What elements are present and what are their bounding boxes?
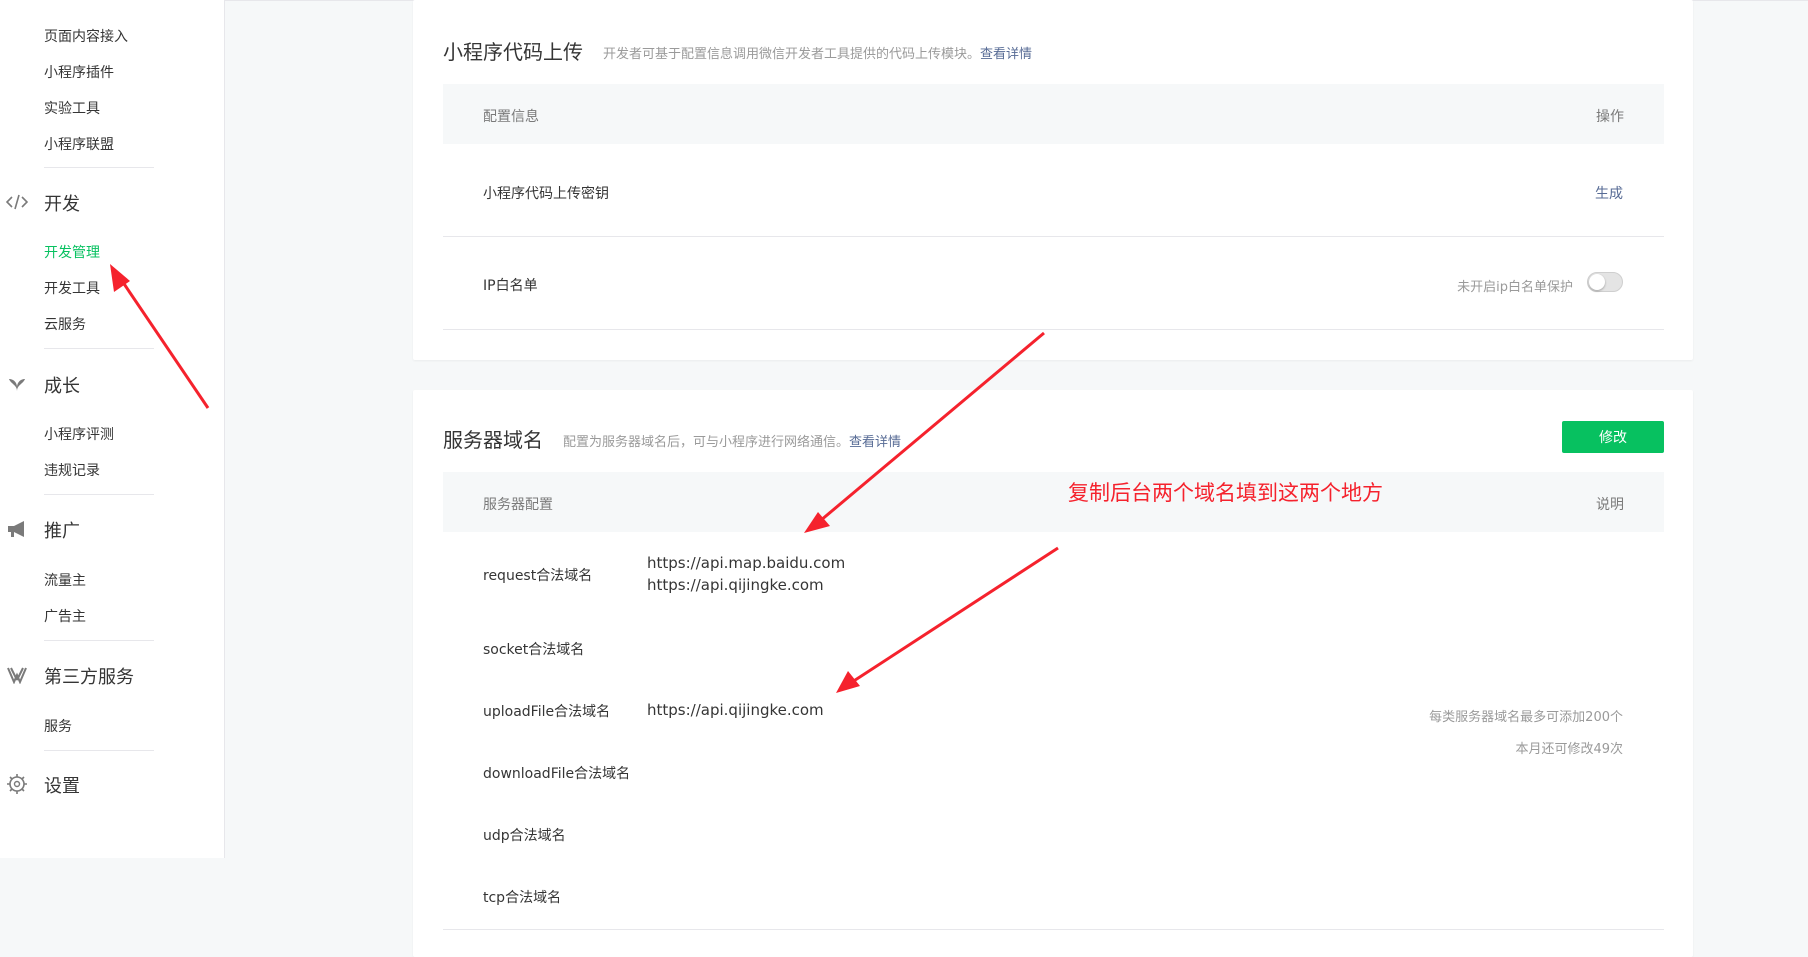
sidebar-item-cloud[interactable]: 云服务 (44, 314, 86, 334)
sidebar-group-growth[interactable]: 成长 (44, 372, 80, 398)
sidebar-item-dev-management[interactable]: 开发管理 (44, 242, 100, 262)
request-domain-value: https://api.map.baidu.com (647, 554, 846, 572)
sidebar-item-page-content[interactable]: 页面内容接入 (44, 26, 128, 46)
sidebar-divider (44, 640, 154, 641)
socket-domain-label: socket合法域名 (483, 642, 585, 658)
tcp-domain-label: tcp合法域名 (483, 890, 562, 906)
ip-whitelist-toggle[interactable] (1587, 272, 1623, 292)
megaphone-icon (5, 517, 29, 541)
col-action: 操作 (1596, 109, 1624, 125)
col-server-config: 服务器配置 (483, 497, 553, 513)
leaf-icon (5, 372, 29, 396)
server-domain-desc-text: 配置为服务器域名后，可与小程序进行网络通信。 (563, 435, 850, 450)
page-root: 页面内容接入 小程序插件 实验工具 小程序联盟 开发 开发管理 开发工具 云服务… (0, 0, 1808, 957)
request-domain-value: https://api.qijingke.com (647, 576, 824, 594)
toggle-knob (1589, 274, 1605, 290)
sidebar-item-advertiser[interactable]: 广告主 (44, 606, 86, 626)
server-domain-table-header: 服务器配置 说明 (443, 472, 1664, 532)
ip-whitelist-status: 未开启ip白名单保护 (1457, 280, 1573, 295)
sidebar-divider (44, 494, 154, 495)
server-domain-description: 配置为服务器域名后，可与小程序进行网络通信。查看详情 (563, 431, 901, 450)
domain-limit-note: 每类服务器域名最多可添加200个 (1429, 710, 1623, 725)
code-upload-description: 开发者可基于配置信息调用微信开发者工具提供的代码上传模块。查看详情 (603, 43, 1032, 62)
edit-remaining-note: 本月还可修改49次 (1515, 742, 1623, 757)
sidebar-item-traffic-owner[interactable]: 流量主 (44, 570, 86, 590)
server-domain-panel: 服务器域名 配置为服务器域名后，可与小程序进行网络通信。查看详情 修改 服务器配… (413, 390, 1693, 957)
sidebar-divider (44, 167, 154, 168)
server-domain-detail-link[interactable]: 查看详情 (849, 435, 901, 450)
udp-domain-label: udp合法域名 (483, 828, 566, 844)
third-party-icon (5, 663, 29, 687)
code-upload-panel: 小程序代码上传 开发者可基于配置信息调用微信开发者工具提供的代码上传模块。查看详… (413, 0, 1693, 360)
sidebar-item-evaluation[interactable]: 小程序评测 (44, 424, 114, 444)
download-domain-label: downloadFile合法域名 (483, 766, 631, 782)
generate-secret-link[interactable]: 生成 (1595, 183, 1623, 203)
sidebar-item-plugins[interactable]: 小程序插件 (44, 62, 114, 82)
request-domain-values: https://api.map.baidu.com https://api.qi… (647, 552, 845, 596)
upload-secret-label: 小程序代码上传密钥 (483, 186, 609, 202)
code-upload-title: 小程序代码上传 (443, 40, 583, 64)
ip-whitelist-label: IP白名单 (483, 278, 538, 294)
row-divider (443, 236, 1664, 237)
col-config-info: 配置信息 (483, 109, 539, 125)
sidebar-group-settings[interactable]: 设置 (44, 772, 80, 798)
col-note: 说明 (1596, 497, 1624, 513)
request-domain-label: request合法域名 (483, 568, 593, 584)
upload-domain-label: uploadFile合法域名 (483, 704, 611, 720)
sidebar-item-dev-tools[interactable]: 开发工具 (44, 278, 100, 298)
sidebar-item-service[interactable]: 服务 (44, 716, 72, 736)
annotation-text: 复制后台两个域名填到这两个地方 (1068, 481, 1383, 505)
server-domain-title: 服务器域名 (443, 428, 543, 452)
sidebar-divider (44, 348, 154, 349)
row-divider (443, 929, 1664, 930)
code-upload-detail-link[interactable]: 查看详情 (980, 47, 1032, 62)
sidebar-item-violations[interactable]: 违规记录 (44, 460, 100, 480)
sidebar-group-dev[interactable]: 开发 (44, 190, 80, 216)
code-upload-table-header: 配置信息 操作 (443, 84, 1664, 144)
sidebar-group-promotion[interactable]: 推广 (44, 517, 80, 543)
sidebar-group-third-party[interactable]: 第三方服务 (44, 663, 134, 689)
sidebar: 页面内容接入 小程序插件 实验工具 小程序联盟 开发 开发管理 开发工具 云服务… (0, 0, 225, 858)
edit-domains-button[interactable]: 修改 (1562, 421, 1664, 453)
row-divider (443, 329, 1664, 330)
gear-icon (5, 772, 29, 796)
upload-domain-value: https://api.qijingke.com (647, 701, 824, 719)
code-upload-desc-text: 开发者可基于配置信息调用微信开发者工具提供的代码上传模块。 (603, 47, 981, 62)
sidebar-item-lab-tools[interactable]: 实验工具 (44, 98, 100, 118)
sidebar-item-alliance[interactable]: 小程序联盟 (44, 134, 114, 154)
sidebar-divider (44, 750, 154, 751)
code-icon (5, 190, 29, 214)
